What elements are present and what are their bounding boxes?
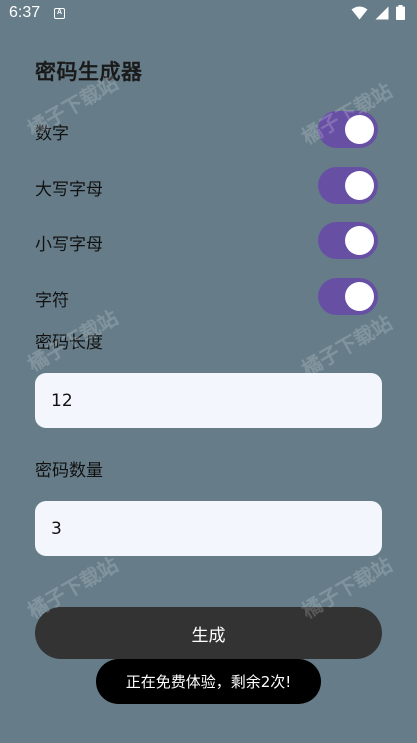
option-digits-row: 数字 bbox=[35, 111, 378, 149]
option-symbols-label: 字符 bbox=[35, 291, 69, 311]
status-bar: 6:37 A bbox=[0, 0, 417, 28]
digits-toggle[interactable] bbox=[318, 111, 378, 148]
toggle-knob bbox=[345, 226, 374, 255]
generate-button[interactable]: 生成 bbox=[35, 607, 382, 659]
watermark: 橘子下载站 bbox=[297, 310, 397, 382]
option-digits-label: 数字 bbox=[35, 124, 69, 144]
page-title: 密码生成器 bbox=[35, 60, 143, 84]
option-uppercase-row: 大写字母 bbox=[35, 167, 378, 205]
uppercase-toggle[interactable] bbox=[318, 167, 378, 204]
lowercase-toggle[interactable] bbox=[318, 222, 378, 259]
toggle-knob bbox=[345, 171, 374, 200]
option-lowercase-label: 小写字母 bbox=[35, 235, 103, 255]
symbols-toggle[interactable] bbox=[318, 278, 378, 315]
battery-icon bbox=[396, 5, 405, 20]
toggle-knob bbox=[345, 115, 374, 144]
wifi-icon bbox=[351, 6, 368, 19]
option-symbols-row: 字符 bbox=[35, 278, 378, 316]
status-time: 6:37 bbox=[9, 4, 41, 21]
password-count-label: 密码数量 bbox=[35, 461, 103, 481]
signal-icon bbox=[375, 6, 389, 19]
option-lowercase-row: 小写字母 bbox=[35, 222, 378, 260]
notification-badge-icon: A bbox=[54, 8, 65, 19]
status-icons bbox=[351, 5, 405, 20]
toggle-knob bbox=[345, 282, 374, 311]
option-uppercase-label: 大写字母 bbox=[35, 180, 103, 200]
trial-toast: 正在免费体验，剩余2次! bbox=[96, 659, 321, 704]
password-count-input[interactable] bbox=[35, 501, 382, 556]
password-length-label: 密码长度 bbox=[35, 333, 103, 353]
password-length-input[interactable] bbox=[35, 373, 382, 428]
